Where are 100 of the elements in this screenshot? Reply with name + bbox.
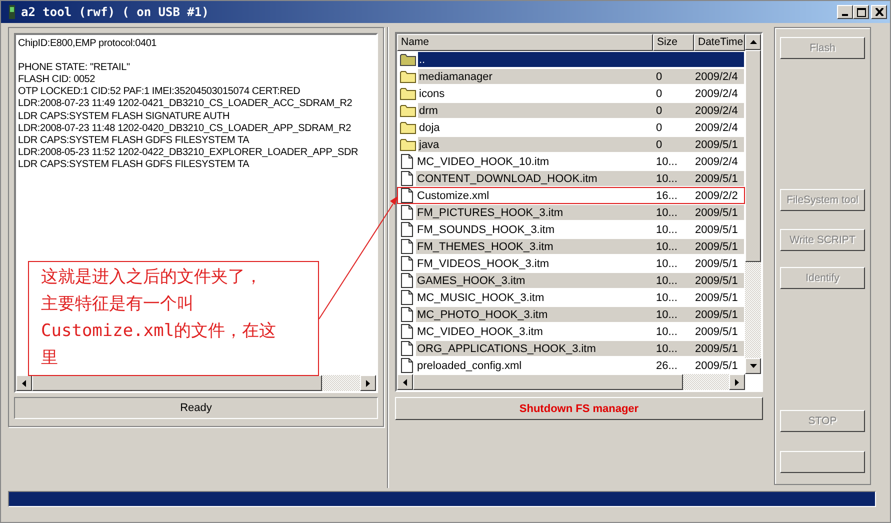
file-row[interactable]: icons 0 2009/2/4 bbox=[397, 85, 745, 102]
left-arrow-icon bbox=[22, 380, 26, 386]
file-size: 16... bbox=[656, 190, 678, 202]
file-date: 2009/2/4 bbox=[695, 156, 738, 168]
document-icon bbox=[400, 256, 414, 271]
log-line: LDR CAPS:SYSTEM FLASH GDFS FILESYSTEM TA bbox=[18, 134, 250, 147]
file-date: 2009/5/1 bbox=[695, 292, 738, 304]
document-icon bbox=[400, 188, 414, 203]
document-icon bbox=[400, 324, 414, 339]
file-name: Customize.xml bbox=[416, 188, 490, 203]
file-row[interactable]: drm 0 2009/2/4 bbox=[397, 102, 745, 119]
file-name: preloaded_config.xml bbox=[416, 358, 523, 373]
log-line: PHONE STATE: "RETAIL" bbox=[18, 62, 131, 74]
file-date: 2009/2/4 bbox=[695, 70, 738, 82]
file-date: 2009/2/4 bbox=[695, 122, 738, 134]
log-line: FLASH CID: 0052 bbox=[18, 74, 96, 86]
file-row[interactable]: FM_SOUNDS_HOOK_3.itm 10... 2009/5/1 bbox=[397, 221, 745, 238]
file-row[interactable]: FM_VIDEOS_HOOK_3.itm 10... 2009/5/1 bbox=[397, 255, 745, 272]
close-icon bbox=[874, 8, 884, 16]
document-icon bbox=[400, 154, 414, 169]
window-title: a2 tool (rwf) ( on USB #1) bbox=[21, 5, 209, 19]
file-row[interactable]: MC_VIDEO_HOOK_10.itm 10... 2009/2/4 bbox=[397, 153, 745, 170]
document-icon bbox=[400, 171, 414, 186]
file-date: 2009/5/1 bbox=[695, 308, 738, 320]
file-size: 10... bbox=[656, 240, 678, 252]
file-row[interactable]: MC_PHOTO_HOOK_3.itm 10... 2009/5/1 bbox=[397, 306, 745, 323]
file-row[interactable]: CONTENT_DOWNLOAD_HOOK.itm 10... 2009/5/1 bbox=[397, 170, 745, 187]
left-arrow-icon bbox=[403, 378, 407, 386]
file-date: 2009/5/1 bbox=[695, 360, 738, 372]
file-row[interactable]: GAMES_HOOK_3.itm 10... 2009/5/1 bbox=[397, 272, 745, 289]
file-name: FM_SOUNDS_HOOK_3.itm bbox=[416, 222, 556, 237]
file-row[interactable]: doja 0 2009/2/4 bbox=[397, 119, 745, 136]
document-icon bbox=[400, 239, 414, 254]
column-header[interactable]: DateTime bbox=[694, 34, 745, 51]
document-icon bbox=[400, 205, 414, 220]
file-row[interactable]: FM_PICTURES_HOOK_3.itm 10... 2009/5/1 bbox=[397, 204, 745, 221]
file-row[interactable]: Customize.xml 16... 2009/2/2 bbox=[397, 187, 745, 204]
folder-icon bbox=[400, 53, 416, 66]
file-size: 10... bbox=[656, 326, 678, 338]
file-size: 0 bbox=[656, 70, 662, 82]
log-line: LDR:2008-05-23 11:52 1202-0422_DB3210_EXPLORER_LOADER_APP_SDR bbox=[18, 146, 360, 159]
document-icon bbox=[400, 341, 414, 356]
document-icon bbox=[400, 290, 414, 305]
maximize-button[interactable] bbox=[853, 5, 869, 19]
file-date: 2009/5/1 bbox=[695, 274, 738, 286]
column-header[interactable]: Size bbox=[653, 34, 694, 51]
file-row[interactable]: java 0 2009/5/1 bbox=[397, 136, 745, 153]
log-line: LDR CAPS:SYSTEM FLASH SIGNATURE AUTH bbox=[18, 110, 231, 123]
file-size: 10... bbox=[656, 206, 678, 218]
scrollbar-thumb[interactable] bbox=[745, 50, 761, 262]
horizontal-scrollbar[interactable] bbox=[16, 375, 376, 391]
file-row[interactable]: .. bbox=[397, 51, 745, 68]
up-arrow-icon bbox=[750, 40, 756, 44]
file-size: 10... bbox=[656, 172, 678, 184]
file-size: 0 bbox=[656, 104, 662, 116]
file-date: 2009/2/2 bbox=[695, 190, 738, 202]
file-date: 2009/5/1 bbox=[695, 224, 738, 236]
file-size: 10... bbox=[656, 308, 678, 320]
right-arrow-icon bbox=[366, 380, 370, 386]
scrollbar-thumb[interactable] bbox=[32, 375, 322, 391]
file-size: 10... bbox=[656, 274, 678, 286]
document-icon bbox=[400, 358, 414, 373]
file-date: 2009/5/1 bbox=[695, 342, 738, 354]
file-name: MC_VIDEO_HOOK_3.itm bbox=[416, 324, 544, 339]
file-size: 0 bbox=[656, 88, 662, 100]
file-name: FM_THEMES_HOOK_3.itm bbox=[416, 239, 652, 254]
down-arrow-icon bbox=[750, 364, 756, 368]
minimize-button[interactable] bbox=[837, 5, 853, 19]
file-date: 2009/5/1 bbox=[695, 206, 738, 218]
folder-icon bbox=[400, 87, 416, 100]
file-size: 0 bbox=[656, 122, 662, 134]
column-header[interactable]: Name bbox=[397, 34, 653, 51]
file-date: 2009/5/1 bbox=[695, 326, 738, 338]
folder-icon bbox=[400, 121, 416, 134]
file-size: 10... bbox=[656, 156, 678, 168]
file-date: 2009/2/4 bbox=[695, 88, 738, 100]
file-name: MC_PHOTO_HOOK_3.itm bbox=[416, 307, 652, 322]
file-row[interactable]: FM_THEMES_HOOK_3.itm 10... 2009/5/1 bbox=[397, 238, 745, 255]
file-name: java bbox=[418, 137, 652, 152]
log-line: LDR:2008-07-23 11:48 1202-0420_DB3210_CS_LOADER_APP_SDRAM_R2 bbox=[18, 122, 352, 135]
scrollbar-thumb[interactable] bbox=[413, 374, 683, 390]
status-text: Ready bbox=[14, 397, 378, 419]
file-date: 2009/5/1 bbox=[695, 258, 738, 270]
file-row[interactable]: MC_MUSIC_HOOK_3.itm 10... 2009/5/1 bbox=[397, 289, 745, 306]
file-name: drm bbox=[418, 103, 652, 118]
file-date: 2009/2/4 bbox=[695, 104, 738, 116]
file-row[interactable]: preloaded_config.xml 26... 2009/5/1 bbox=[397, 357, 745, 374]
log-line: LDR CAPS:SYSTEM FLASH GDFS FILESYSTEM TA bbox=[18, 158, 250, 172]
file-row[interactable]: ORG_APPLICATIONS_HOOK_3.itm 10... 2009/5/1 bbox=[397, 340, 745, 357]
file-row[interactable]: mediamanager 0 2009/2/4 bbox=[397, 68, 745, 85]
phone-icon bbox=[9, 5, 15, 19]
file-row[interactable]: MC_VIDEO_HOOK_3.itm 10... 2009/5/1 bbox=[397, 323, 745, 340]
horizontal-scrollbar[interactable] bbox=[397, 374, 745, 390]
file-date: 2009/5/1 bbox=[695, 172, 738, 184]
file-name: MC_MUSIC_HOOK_3.itm bbox=[416, 290, 546, 305]
folder-icon bbox=[400, 70, 416, 83]
file-name: GAMES_HOOK_3.itm bbox=[416, 273, 652, 288]
close-button[interactable] bbox=[871, 5, 887, 19]
file-size: 10... bbox=[656, 224, 678, 236]
side-button[interactable] bbox=[780, 451, 865, 473]
